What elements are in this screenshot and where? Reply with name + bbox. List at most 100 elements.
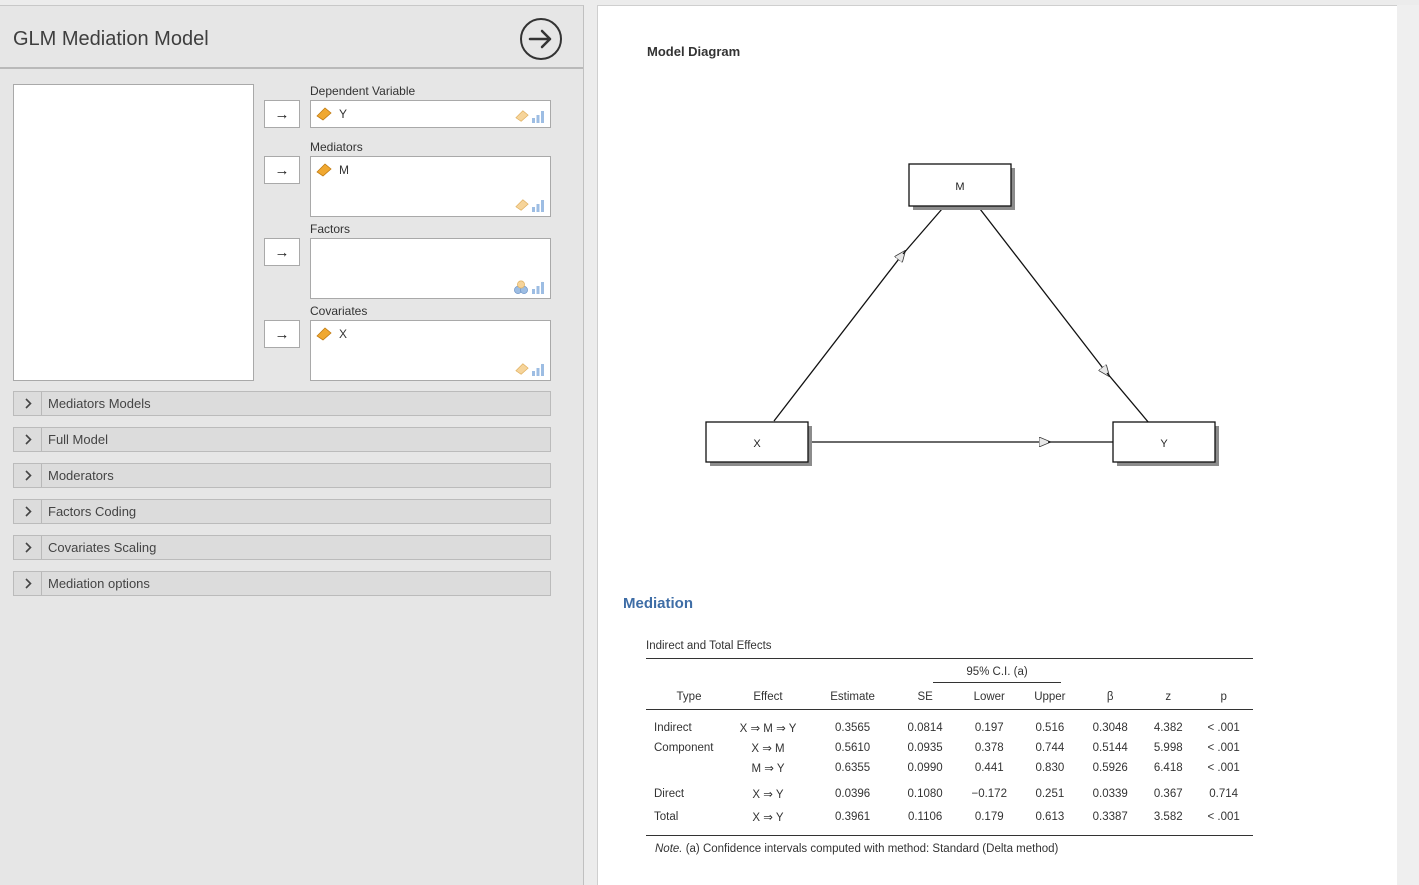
section-label: Full Model bbox=[48, 432, 108, 447]
continuous-ruler-icon bbox=[515, 363, 529, 375]
chevron-right-icon bbox=[14, 572, 42, 595]
assign-mediators-button[interactable]: → bbox=[264, 156, 300, 184]
cell: 0.3048 bbox=[1092, 722, 1128, 735]
table-row: M ⇒ Y 0.6355 0.0990 0.441 0.830 0.5926 6… bbox=[646, 758, 1253, 778]
dependent-variable-box[interactable]: Y bbox=[310, 100, 551, 128]
cell: 0.251 bbox=[1035, 788, 1065, 800]
col-header: β bbox=[1078, 686, 1143, 710]
panel-title: GLM Mediation Model bbox=[13, 28, 209, 50]
cell: X ⇒ Y bbox=[752, 789, 784, 801]
cell: 0.1080 bbox=[907, 788, 943, 800]
ordinal-bars-icon bbox=[532, 111, 544, 123]
allowed-types-hint bbox=[515, 198, 545, 212]
covariates-label: Covariates bbox=[310, 304, 368, 318]
chevron-right-icon bbox=[14, 500, 42, 523]
nominal-circles-icon bbox=[514, 280, 528, 294]
dependent-variable-label: Dependent Variable bbox=[310, 84, 416, 98]
section-factors-coding[interactable]: Factors Coding bbox=[13, 499, 551, 524]
cell: 0.378 bbox=[974, 742, 1004, 754]
path-m-to-y bbox=[979, 208, 1109, 376]
cell: 0.0339 bbox=[1092, 788, 1128, 800]
cell bbox=[646, 758, 724, 778]
cell: Direct bbox=[654, 788, 685, 800]
covariate-item[interactable]: X bbox=[316, 324, 347, 344]
node-x-label: X bbox=[753, 438, 761, 450]
col-header: Lower bbox=[957, 686, 1022, 710]
cell: < .001 bbox=[1207, 722, 1240, 735]
mediator-name: M bbox=[339, 163, 349, 177]
section-full-model[interactable]: Full Model bbox=[13, 427, 551, 452]
cell: 0.0814 bbox=[907, 722, 943, 735]
section-label: Moderators bbox=[48, 468, 114, 483]
table-note: Note. (a) Confidence intervals computed … bbox=[655, 843, 1058, 855]
section-moderators[interactable]: Moderators bbox=[13, 463, 551, 488]
path-x-to-m bbox=[773, 251, 905, 422]
node-y-label: Y bbox=[1160, 438, 1168, 450]
allowed-types-hint bbox=[515, 362, 545, 376]
covariates-box[interactable]: X bbox=[310, 320, 551, 381]
effects-table: Type Effect Estimate SE Lower Upper β z … bbox=[646, 686, 1253, 836]
section-label: Factors Coding bbox=[48, 504, 137, 519]
col-header: Estimate bbox=[812, 686, 894, 710]
cell: −0.172 bbox=[971, 788, 1007, 800]
chevron-right-icon bbox=[14, 464, 42, 487]
results-scroll-gutter bbox=[1397, 5, 1419, 885]
nominal-ruler-icon bbox=[316, 163, 332, 177]
mediators-label: Mediators bbox=[310, 140, 363, 154]
cell: M ⇒ Y bbox=[751, 763, 785, 775]
run-arrow-button[interactable] bbox=[520, 18, 562, 60]
mediator-item[interactable]: M bbox=[316, 160, 349, 180]
path-m-to-y-tail bbox=[1106, 372, 1150, 424]
node-m-label: M bbox=[955, 181, 964, 193]
col-header: z bbox=[1142, 686, 1195, 710]
cell: 0.613 bbox=[1021, 804, 1079, 836]
section-covariates-scaling[interactable]: Covariates Scaling bbox=[13, 535, 551, 560]
cell: Indirect bbox=[654, 722, 692, 735]
cell: 0.197 bbox=[974, 722, 1004, 735]
section-mediators-models[interactable]: Mediators Models bbox=[13, 391, 551, 416]
cell: 0.0396 bbox=[835, 788, 871, 800]
cell: Component bbox=[654, 742, 714, 754]
table-row: Total X ⇒ Y 0.3961 0.1106 0.179 0.613 0.… bbox=[646, 804, 1253, 836]
results-panel: Model Diagram M X Y Mediation Indirect a… bbox=[597, 5, 1397, 885]
chevron-right-icon bbox=[14, 392, 42, 415]
path-x-to-m-tail bbox=[902, 208, 943, 255]
cell: Total bbox=[646, 804, 724, 836]
cell: 0.3565 bbox=[835, 722, 871, 735]
cell: 0.441 bbox=[974, 762, 1004, 774]
section-label: Mediation options bbox=[48, 576, 150, 591]
cell: 0.3387 bbox=[1078, 804, 1143, 836]
dependent-variable-item[interactable]: Y bbox=[316, 104, 347, 124]
mediators-box[interactable]: M bbox=[310, 156, 551, 217]
col-header: SE bbox=[893, 686, 958, 710]
title-divider bbox=[0, 67, 583, 69]
cell: 0.714 bbox=[1209, 788, 1239, 800]
cell: X ⇒ M bbox=[751, 743, 785, 755]
cell: < .001 bbox=[1194, 804, 1253, 836]
cell: 0.516 bbox=[1035, 722, 1065, 735]
col-header: Upper bbox=[1021, 686, 1079, 710]
cell: X ⇒ Y bbox=[724, 804, 812, 836]
continuous-ruler-icon bbox=[515, 110, 529, 122]
section-label: Mediators Models bbox=[48, 396, 151, 411]
ci-group-header: 95% C.I. (a) bbox=[933, 666, 1061, 683]
ordinal-bars-icon bbox=[532, 364, 544, 376]
assign-factors-button[interactable]: → bbox=[264, 238, 300, 266]
ordinal-bars-icon bbox=[532, 282, 544, 294]
assign-covariates-button[interactable]: → bbox=[264, 320, 300, 348]
cell: 0.830 bbox=[1035, 762, 1065, 774]
dependent-variable-name: Y bbox=[339, 107, 348, 121]
cell: 0.3961 bbox=[812, 804, 894, 836]
available-variables-list[interactable] bbox=[13, 84, 254, 381]
cell: 0.1106 bbox=[893, 804, 958, 836]
section-mediation-options[interactable]: Mediation options bbox=[13, 571, 551, 596]
cell: 0.5610 bbox=[835, 742, 871, 754]
factors-box[interactable] bbox=[310, 238, 551, 299]
cell: 0.5144 bbox=[1092, 742, 1128, 754]
table-header-row: Type Effect Estimate SE Lower Upper β z … bbox=[646, 686, 1253, 710]
note-prefix: Note. bbox=[655, 843, 683, 855]
cell: 0.0935 bbox=[907, 742, 943, 754]
mediation-heading: Mediation bbox=[623, 595, 693, 612]
assign-dependent-button[interactable]: → bbox=[264, 100, 300, 128]
options-panel: GLM Mediation Model → Dependent Variable… bbox=[0, 5, 584, 885]
